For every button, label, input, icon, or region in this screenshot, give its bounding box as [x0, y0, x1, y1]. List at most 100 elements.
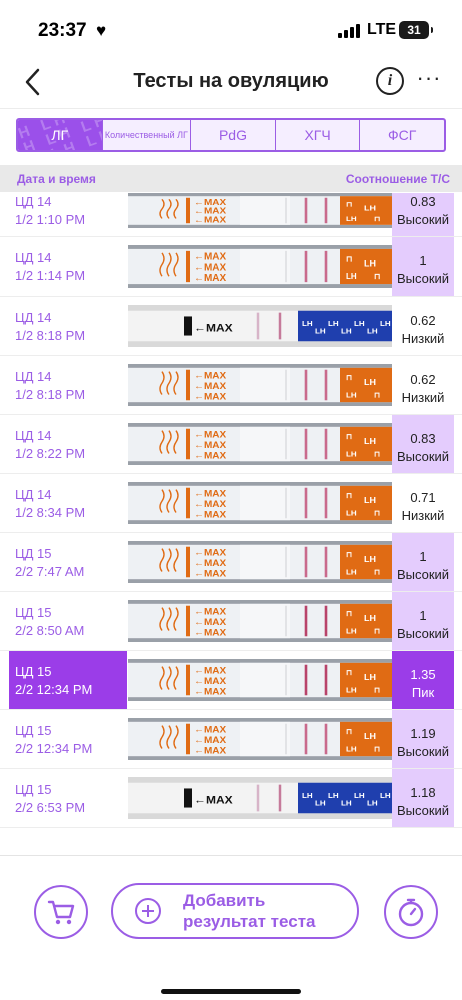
status-time: 23:37 [38, 20, 87, 41]
svg-text:⊓: ⊓ [374, 391, 380, 400]
table-row[interactable]: ЦД 14 1/2 8:22 PM ←MAX ←MAX ←MAX ⊓ LH LH ⊓ 0.83 Вы… [0, 415, 462, 474]
svg-text:←MAX: ←MAX [194, 725, 227, 736]
svg-text:LH: LH [346, 391, 357, 400]
svg-text:←MAX: ←MAX [194, 666, 227, 677]
tab-fsh[interactable]: ФСГ [360, 120, 444, 150]
row-datetime: ЦД 14 1/2 8:22 PM [9, 415, 127, 473]
network-label: LTE [367, 21, 397, 38]
svg-text:⊓: ⊓ [346, 609, 352, 618]
svg-text:←MAX: ←MAX [194, 451, 227, 462]
test-datetime-label: 1/2 1:14 PM [15, 268, 86, 283]
svg-text:⊓: ⊓ [346, 727, 352, 736]
tab-hcg[interactable]: ХГЧ [276, 120, 361, 150]
cycle-day-label: ЦД 14 [15, 194, 52, 209]
row-datetime: ЦД 15 2/2 7:47 AM [9, 533, 127, 591]
svg-text:⊓: ⊓ [374, 686, 380, 695]
svg-text:←MAX: ←MAX [194, 617, 227, 628]
add-test-result-button[interactable]: Добавить результат теста [111, 883, 359, 939]
tab-pdg[interactable]: PdG [191, 120, 276, 150]
row-datetime: ЦД 15 2/2 6:53 PM [9, 769, 127, 827]
test-strip-photo: ←MAX ←MAX ←MAX ⊓ LH LH ⊓ [128, 718, 392, 760]
svg-text:⊓: ⊓ [374, 215, 380, 223]
svg-text:←MAX: ←MAX [194, 676, 227, 687]
row-datetime: ЦД 15 2/2 12:34 PM [9, 710, 127, 768]
test-strip-photo: ←MAX ←MAX ←MAX ⊓ LH LH ⊓ [128, 193, 392, 228]
ratio-value: 0.62 [410, 313, 436, 328]
svg-text:←MAX: ←MAX [194, 687, 227, 698]
table-row[interactable]: ЦД 14 1/2 1:10 PM ←MAX ←MAX ←MAX ⊓ LH LH ⊓ 0.83 Вы… [0, 193, 462, 237]
ratio-value: 1 [419, 608, 427, 623]
nav-header: Тесты на овуляцию i ··· [0, 58, 462, 108]
cycle-day-label: ЦД 15 [15, 605, 52, 620]
table-row[interactable]: ЦД 14 1/2 8:18 PM ←MAX LH LH LH LH LH LH LH 0.62 Ни… [0, 297, 462, 356]
tab-label: ФСГ [388, 127, 417, 143]
table-row[interactable]: ЦД 14 1/2 8:34 PM ←MAX ←MAX ←MAX ⊓ LH LH ⊓ 0.71 Ни… [0, 474, 462, 533]
cycle-day-label: ЦД 14 [15, 428, 52, 443]
svg-text:⊓: ⊓ [374, 568, 380, 577]
svg-text:LH: LH [364, 377, 376, 387]
svg-text:⊓: ⊓ [346, 491, 352, 500]
svg-text:LH: LH [364, 495, 376, 505]
row-ratio: 1.35 Пик [392, 651, 454, 709]
column-header-datetime: Дата и время [17, 171, 96, 186]
cycle-day-label: ЦД 15 [15, 546, 52, 561]
svg-text:LH: LH [346, 450, 357, 459]
table-header: Дата и время Соотношение Т/С [0, 165, 462, 192]
test-strip-photo: ←MAX LH LH LH LH LH LH LH [128, 305, 392, 347]
tab-quantitative-lh[interactable]: Количественный ЛГ [103, 120, 192, 150]
more-icon: ··· [416, 65, 442, 90]
table-row[interactable]: ЦД 14 1/2 1:14 PM ←MAX ←MAX ←MAX ⊓ LH LH ⊓ 1 Высок… [0, 237, 462, 297]
info-button[interactable]: i [376, 67, 404, 95]
row-datetime: ЦД 15 2/2 12:34 PM [9, 651, 127, 709]
ratio-level: Низкий [401, 331, 445, 346]
svg-text:⊓: ⊓ [346, 668, 352, 677]
row-ratio: 0.83 Высокий [392, 415, 454, 473]
cycle-day-label: ЦД 14 [15, 310, 52, 325]
test-results-list: ЦД 14 1/2 1:10 PM ←MAX ←MAX ←MAX ⊓ LH LH ⊓ 0.83 Вы… [0, 193, 462, 831]
tab-label: Количественный ЛГ [104, 130, 188, 140]
cycle-day-label: ЦД 15 [15, 782, 52, 797]
test-datetime-label: 1/2 8:18 PM [15, 328, 86, 343]
row-ratio: 1.18 Высокий [392, 769, 454, 827]
ratio-level: Высокий [396, 449, 450, 464]
table-row[interactable]: ЦД 14 1/2 8:18 PM ←MAX ←MAX ←MAX ⊓ LH LH ⊓ 0.62 Ни… [0, 356, 462, 415]
more-button[interactable]: ··· [416, 65, 442, 94]
test-datetime-label: 2/2 7:47 AM [15, 564, 85, 579]
ratio-value: 0.71 [410, 490, 436, 505]
status-bar: 23:37 ♥ LTE 31 [0, 0, 462, 58]
table-row[interactable]: ЦД 15 2/2 6:53 PM ←MAX LH LH LH LH LH LH LH 1.18 Вы… [0, 769, 462, 828]
timer-button[interactable] [384, 885, 438, 939]
svg-text:LH: LH [328, 319, 339, 328]
table-row[interactable]: ЦД 15 2/2 12:34 PM ←MAX ←MAX ←MAX ⊓ LH LH ⊓ 1.35 П… [0, 651, 462, 710]
svg-text:LH: LH [341, 799, 352, 808]
test-strip-photo: ←MAX ←MAX ←MAX ⊓ LH LH ⊓ [128, 423, 392, 465]
svg-text:←MAX: ←MAX [194, 371, 227, 382]
table-row[interactable]: ЦД 15 2/2 12:34 PM ←MAX ←MAX ←MAX ⊓ LH LH ⊓ 1.19 В… [0, 710, 462, 769]
test-strip-photo: ←MAX ←MAX ←MAX ⊓ LH LH ⊓ [128, 482, 392, 524]
svg-text:LH: LH [364, 672, 376, 682]
svg-text:LH: LH [364, 731, 376, 741]
signal-icon [338, 24, 362, 38]
cycle-day-label: ЦД 15 [15, 664, 52, 679]
test-datetime-label: 2/2 12:34 PM [15, 682, 93, 697]
svg-text:LH: LH [367, 799, 378, 808]
test-datetime-label: 2/2 8:50 AM [15, 623, 85, 638]
tab-lh[interactable]: LH LH LH LH LH LH LH LH LH LH LH LH LH L… [18, 120, 103, 150]
stopwatch-icon [398, 898, 424, 927]
test-datetime-label: 2/2 12:34 PM [15, 741, 93, 756]
svg-text:⊓: ⊓ [346, 432, 352, 441]
shop-button[interactable] [34, 885, 88, 939]
svg-text:LH: LH [364, 613, 376, 623]
cycle-day-label: ЦД 14 [15, 487, 52, 502]
table-row[interactable]: ЦД 15 2/2 8:50 AM ←MAX ←MAX ←MAX ⊓ LH LH ⊓ 1 Высок… [0, 592, 462, 651]
row-ratio: 1 Высокий [392, 237, 454, 296]
plus-icon [135, 898, 161, 924]
svg-text:←MAX: ←MAX [194, 215, 226, 224]
table-row[interactable]: ЦД 15 2/2 7:47 AM ←MAX ←MAX ←MAX ⊓ LH LH ⊓ 1 Высок… [0, 533, 462, 592]
test-datetime-label: 1/2 1:10 PM [15, 212, 86, 227]
svg-text:←MAX: ←MAX [194, 794, 233, 807]
tab-label: ЛГ [51, 127, 69, 143]
row-datetime: ЦД 14 1/2 1:14 PM [9, 237, 127, 296]
svg-text:←MAX: ←MAX [194, 510, 227, 521]
header-divider [0, 108, 462, 109]
